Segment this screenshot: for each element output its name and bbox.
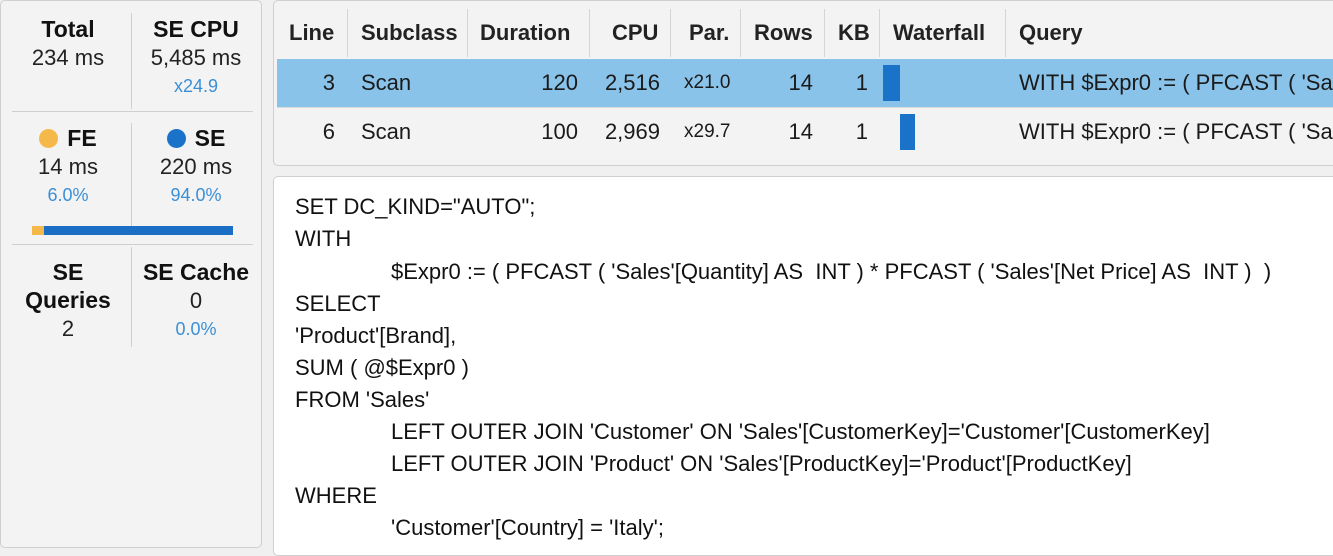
table-row[interactable]: 6 Scan 100 2,969 x29.7 14 1 WITH $Expr0 … bbox=[277, 108, 1333, 156]
column-header-query[interactable]: Query bbox=[1019, 9, 1099, 57]
cell-parallelism: x21.0 bbox=[684, 72, 731, 93]
fe-percent: 6.0% bbox=[47, 185, 89, 205]
cell-subclass: Scan bbox=[361, 119, 412, 144]
query-line: 'Customer'[Country] = 'Italy'; bbox=[391, 515, 664, 540]
se-queries-label: SE Queries bbox=[25, 259, 111, 313]
query-line: SUM ( @$Expr0 ) bbox=[295, 355, 469, 380]
table-header-row: Line Subclass Duration CPU Par. Rows KB … bbox=[277, 9, 1333, 57]
fe-label: FE bbox=[67, 125, 97, 151]
query-line: WHERE bbox=[295, 483, 377, 508]
cell-kb: 1 bbox=[855, 119, 868, 144]
fe-value: 14 ms bbox=[38, 154, 98, 179]
column-header-kb[interactable]: KB bbox=[838, 9, 878, 57]
se-cache-metric: SE Cache 0 0.0% bbox=[136, 258, 256, 342]
cell-cpu: 2,516 bbox=[604, 70, 660, 95]
se-metric: SE 220 ms 94.0% bbox=[136, 124, 256, 208]
column-header-line[interactable]: Line bbox=[289, 9, 349, 57]
column-header-rows[interactable]: Rows bbox=[754, 9, 819, 57]
se-share-bar bbox=[44, 226, 233, 235]
cell-rows: 14 bbox=[788, 119, 813, 144]
query-line: SET DC_KIND="AUTO"; bbox=[295, 194, 536, 219]
se-cpu-label: SE CPU bbox=[153, 16, 239, 42]
se-label: SE bbox=[194, 125, 226, 151]
server-timings-summary: Total 234 ms SE CPU 5,485 ms x24.9 FE 14… bbox=[0, 0, 262, 548]
cell-line: 6 bbox=[322, 119, 335, 144]
se-cpu-value: 5,485 ms bbox=[150, 45, 242, 70]
column-header-parallelism[interactable]: Par. bbox=[689, 9, 744, 57]
se-percent: 94.0% bbox=[170, 185, 222, 205]
query-line: SELECT bbox=[295, 291, 381, 316]
waterfall-bar bbox=[883, 65, 901, 101]
column-header-cpu[interactable]: CPU bbox=[612, 9, 672, 57]
cell-rows: 14 bbox=[788, 70, 813, 95]
cell-line: 3 bbox=[322, 70, 335, 95]
se-value: 220 ms bbox=[159, 154, 233, 179]
se-dot-icon bbox=[166, 129, 186, 148]
cell-duration: 100 bbox=[541, 119, 578, 144]
cell-duration: 120 bbox=[541, 70, 578, 95]
se-queries-table: Line Subclass Duration CPU Par. Rows KB … bbox=[273, 0, 1333, 166]
se-cache-percent: 0.0% bbox=[175, 319, 217, 339]
divider bbox=[12, 244, 253, 245]
se-queries-metric: SE Queries 2 bbox=[8, 258, 128, 344]
total-value: 234 ms bbox=[31, 45, 105, 70]
divider bbox=[131, 13, 132, 109]
cell-kb: 1 bbox=[855, 70, 868, 95]
query-line: FROM 'Sales' bbox=[295, 387, 430, 412]
table-row[interactable]: 3 Scan 120 2,516 x21.0 14 1 WITH $Expr0 … bbox=[277, 59, 1333, 107]
se-cache-label: SE Cache bbox=[142, 259, 250, 285]
cell-subclass: Scan bbox=[361, 70, 412, 95]
se-cpu-metric: SE CPU 5,485 ms x24.9 bbox=[136, 15, 256, 99]
cell-query: WITH $Expr0 := ( PFCAST ( 'Sa bbox=[1019, 119, 1333, 144]
divider bbox=[131, 123, 132, 235]
column-header-duration[interactable]: Duration bbox=[480, 9, 590, 57]
fe-share-bar bbox=[32, 226, 44, 235]
query-line: LEFT OUTER JOIN 'Customer' ON 'Sales'[Cu… bbox=[391, 419, 1210, 444]
se-cpu-ratio: x24.9 bbox=[173, 76, 219, 96]
query-line: $Expr0 := ( PFCAST ( 'Sales'[Quantity] A… bbox=[391, 259, 1272, 284]
query-line: LEFT OUTER JOIN 'Product' ON 'Sales'[Pro… bbox=[391, 451, 1132, 476]
query-line: WITH bbox=[295, 226, 352, 251]
cell-query: WITH $Expr0 := ( PFCAST ( 'Sa bbox=[1019, 70, 1333, 95]
se-queries-value: 2 bbox=[61, 316, 75, 341]
waterfall-bar bbox=[900, 114, 915, 150]
divider bbox=[12, 111, 253, 112]
fe-dot-icon bbox=[39, 129, 59, 148]
query-line: 'Product'[Brand], bbox=[295, 323, 457, 348]
fe-se-split-bar bbox=[32, 226, 233, 235]
cell-cpu: 2,969 bbox=[604, 119, 660, 144]
fe-metric: FE 14 ms 6.0% bbox=[8, 124, 128, 208]
cell-parallelism: x29.7 bbox=[684, 121, 731, 142]
divider bbox=[131, 247, 132, 347]
total-label: Total bbox=[41, 16, 95, 42]
column-header-waterfall[interactable]: Waterfall bbox=[893, 9, 1003, 57]
total-metric: Total 234 ms bbox=[8, 15, 128, 73]
se-cache-value: 0 bbox=[189, 288, 203, 313]
query-text-panel[interactable]: SET DC_KIND="AUTO"; WITH $Expr0 := ( PFC… bbox=[273, 176, 1333, 556]
column-header-subclass[interactable]: Subclass bbox=[361, 9, 471, 57]
